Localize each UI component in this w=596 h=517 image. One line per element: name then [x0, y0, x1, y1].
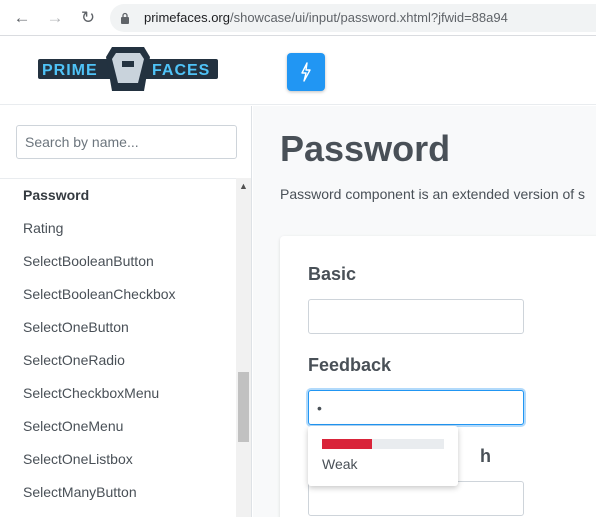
sidebar-item-selectoneradio[interactable]: SelectOneRadio: [0, 344, 236, 377]
sidebar-item-selectonebutton[interactable]: SelectOneButton: [0, 311, 236, 344]
page-description: Password component is an extended versio…: [280, 186, 586, 202]
basic-label: Basic: [308, 264, 357, 284]
sidebar-item-selectbooleancheckbox[interactable]: SelectBooleanCheckbox: [0, 278, 236, 311]
third-field-label: h: [480, 446, 491, 466]
sidebar-item-password[interactable]: Password: [0, 179, 236, 212]
back-arrow-icon[interactable]: ←: [12, 8, 32, 28]
strength-label: Weak: [322, 456, 358, 472]
svg-text:FACES: FACES: [152, 62, 210, 79]
feedback-password-input[interactable]: [308, 390, 524, 425]
address-bar[interactable]: primefaces.org/showcase/ui/input/passwor…: [110, 4, 596, 32]
browser-toolbar: ← → ↻ primefaces.org/showcase/ui/input/p…: [0, 0, 596, 36]
lock-icon: [121, 12, 129, 24]
scroll-thumb[interactable]: [238, 372, 249, 442]
third-password-input[interactable]: [308, 481, 524, 516]
sidebar-item-selectonemenu[interactable]: SelectOneMenu: [0, 410, 236, 443]
sidebar-item-selectbooleanbutton[interactable]: SelectBooleanButton: [0, 245, 236, 278]
sidebar-item-selectcheckboxmenu[interactable]: SelectCheckboxMenu: [0, 377, 236, 410]
search-input[interactable]: [16, 125, 237, 159]
reload-icon[interactable]: ↻: [78, 8, 98, 28]
svg-text:PRIME: PRIME: [42, 62, 98, 79]
site-header: PRIME FACES: [0, 37, 596, 105]
sidebar-item-selectonelistbox[interactable]: SelectOneListbox: [0, 443, 236, 476]
url-text: primefaces.org/showcase/ui/input/passwor…: [144, 10, 508, 25]
menu-toggle-button[interactable]: [287, 53, 325, 91]
forward-arrow-icon[interactable]: →: [45, 8, 65, 28]
sidebar-item-rating[interactable]: Rating: [0, 212, 236, 245]
strength-meter: [322, 439, 444, 449]
password-strength-panel: Weak: [308, 426, 458, 486]
primefaces-logo[interactable]: PRIME FACES: [38, 45, 218, 93]
sidebar-menu: Password Rating SelectBooleanButton Sele…: [0, 178, 236, 517]
sidebar-scrollbar[interactable]: ▲: [236, 178, 251, 517]
sidebar-item-selectmanybutton[interactable]: SelectManyButton: [0, 476, 236, 509]
sidebar: Password Rating SelectBooleanButton Sele…: [0, 106, 252, 517]
strength-meter-fill: [322, 439, 373, 449]
basic-password-input[interactable]: [308, 299, 524, 334]
bolt-icon: [301, 62, 311, 82]
page-title: Password: [280, 128, 451, 169]
feedback-label: Feedback: [308, 355, 392, 375]
scroll-up-arrow-icon[interactable]: ▲: [236, 180, 251, 192]
